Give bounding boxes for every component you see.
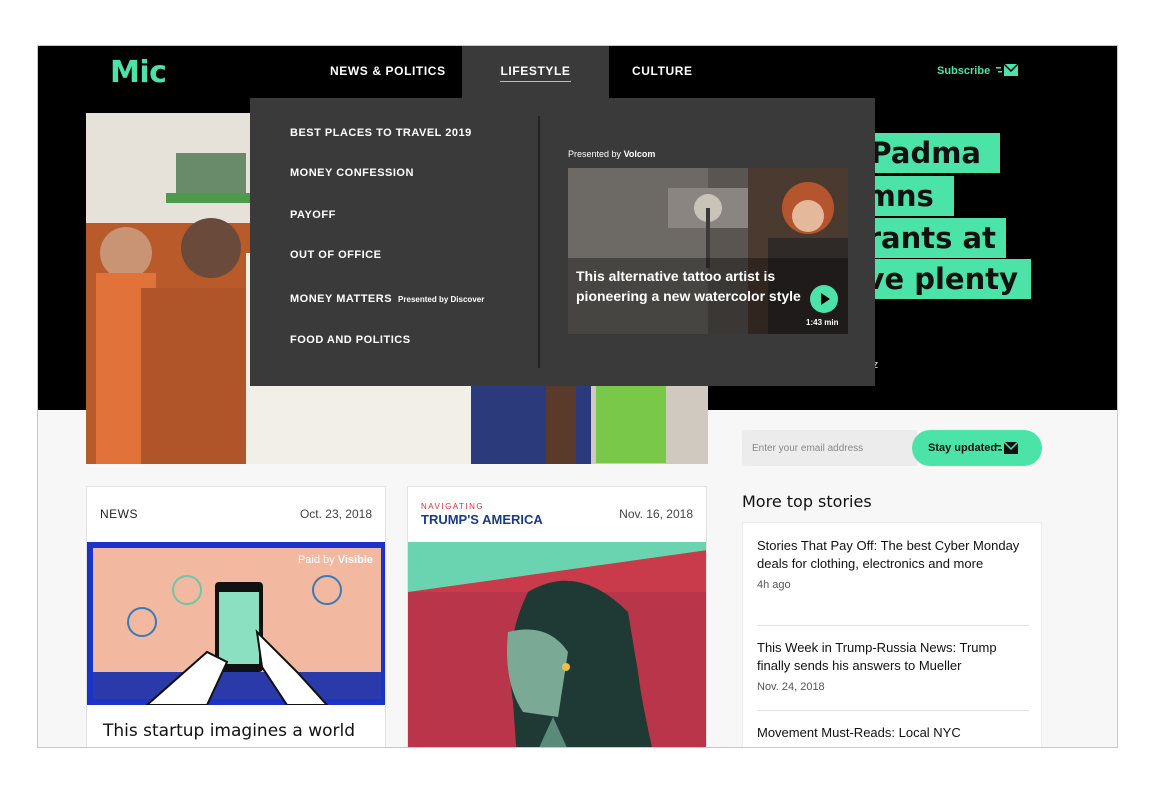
dropdown-item-best-places[interactable]: BEST PLACES TO TRAVEL 2019 xyxy=(290,127,472,139)
paid-brand: Visible xyxy=(337,554,373,566)
dropdown-item-money-confession[interactable]: MONEY CONFESSION xyxy=(290,167,414,179)
card-image[interactable] xyxy=(408,542,706,747)
mail-icon xyxy=(996,442,1018,454)
portrait-illustration xyxy=(408,542,706,747)
lifestyle-dropdown-menu: BEST PLACES TO TRAVEL 2019 MONEY CONFESS… xyxy=(250,98,875,386)
email-field[interactable] xyxy=(742,430,917,466)
mic-logo[interactable]: Mic xyxy=(110,55,167,90)
site-header: Mic NEWS & POLITICS LIFESTYLE CULTURE Su… xyxy=(38,46,1117,98)
nav-lifestyle-label: LIFESTYLE xyxy=(500,64,571,82)
presented-prefix: Presented by xyxy=(568,149,622,159)
dropdown-item-money-matters[interactable]: MONEY MATTERS Presented by Discover xyxy=(290,293,484,305)
card-date: Oct. 23, 2018 xyxy=(299,507,372,521)
story-title[interactable]: This Week in Trump-Russia News: Trump fi… xyxy=(757,639,1029,675)
nav-culture[interactable]: CULTURE xyxy=(632,46,693,98)
email-field-wrapper xyxy=(742,430,917,466)
list-item[interactable]: Stories That Pay Off: The best Cyber Mon… xyxy=(757,537,1029,591)
dropdown-item-out-of-office[interactable]: OUT OF OFFICE xyxy=(290,249,381,261)
paid-by-label: Paid by Visible xyxy=(298,554,373,566)
video-title[interactable]: This alternative tattoo artist is pionee… xyxy=(576,266,806,306)
nav-news-politics[interactable]: NEWS & POLITICS xyxy=(330,46,446,98)
story-time: 4h ago xyxy=(757,579,791,591)
card-title[interactable]: This startup imagines a world xyxy=(103,721,355,741)
featured-video-card[interactable]: This alternative tattoo artist is pionee… xyxy=(568,168,848,334)
story-title[interactable]: Movement Must-Reads: Local NYC xyxy=(757,724,1029,742)
paid-prefix: Paid by xyxy=(297,554,335,566)
card-date: Nov. 16, 2018 xyxy=(619,507,693,521)
nav-lifestyle[interactable]: LIFESTYLE xyxy=(462,46,609,98)
story-divider xyxy=(757,625,1029,626)
play-icon[interactable] xyxy=(810,285,838,313)
subscribe-link[interactable]: Subscribe xyxy=(937,65,990,77)
dropdown-item-food-politics[interactable]: FOOD AND POLITICS xyxy=(290,334,411,346)
list-item[interactable]: This Week in Trump-Russia News: Trump fi… xyxy=(757,639,1029,693)
story-time: Nov. 24, 2018 xyxy=(757,681,825,693)
top-stories-list: Stories That Pay Off: The best Cyber Mon… xyxy=(742,522,1042,747)
presented-by: Presented by Volcom xyxy=(568,149,655,159)
video-duration: 1:43 min xyxy=(806,318,839,327)
money-matters-sponsor: Presented by Discover xyxy=(398,295,484,304)
mail-icon[interactable] xyxy=(996,63,1018,77)
story-divider xyxy=(757,710,1029,711)
video-thumbnail xyxy=(568,168,848,334)
card-image[interactable]: Paid by Visible xyxy=(87,542,385,705)
dropdown-item-payoff[interactable]: PAYOFF xyxy=(290,209,336,221)
trump-america-card[interactable]: NAVIGATING TRUMP'S AMERICA Nov. 16, 2018 xyxy=(407,486,707,747)
stay-updated-button[interactable]: Stay updated xyxy=(912,430,1042,466)
story-title[interactable]: Stories That Pay Off: The best Cyber Mon… xyxy=(757,537,1029,573)
series-title[interactable]: TRUMP'S AMERICA xyxy=(421,512,543,527)
card-category[interactable]: NEWS xyxy=(100,507,138,521)
money-matters-label: MONEY MATTERS xyxy=(290,293,393,305)
dropdown-divider xyxy=(538,116,540,368)
news-card[interactable]: NEWS Oct. 23, 2018 Paid by Visible This … xyxy=(86,486,386,747)
sponsor-brand: Discover xyxy=(450,295,485,304)
sponsor-prefix: Presented by xyxy=(398,295,449,304)
series-kicker[interactable]: NAVIGATING xyxy=(421,502,484,511)
presented-brand: Volcom xyxy=(623,149,656,159)
list-item[interactable]: Movement Must-Reads: Local NYC xyxy=(757,724,1029,742)
phone-illustration xyxy=(87,542,385,705)
more-top-stories-heading: More top stories xyxy=(742,492,872,511)
browser-viewport: Mic NEWS & POLITICS LIFESTYLE CULTURE Su… xyxy=(37,45,1118,748)
